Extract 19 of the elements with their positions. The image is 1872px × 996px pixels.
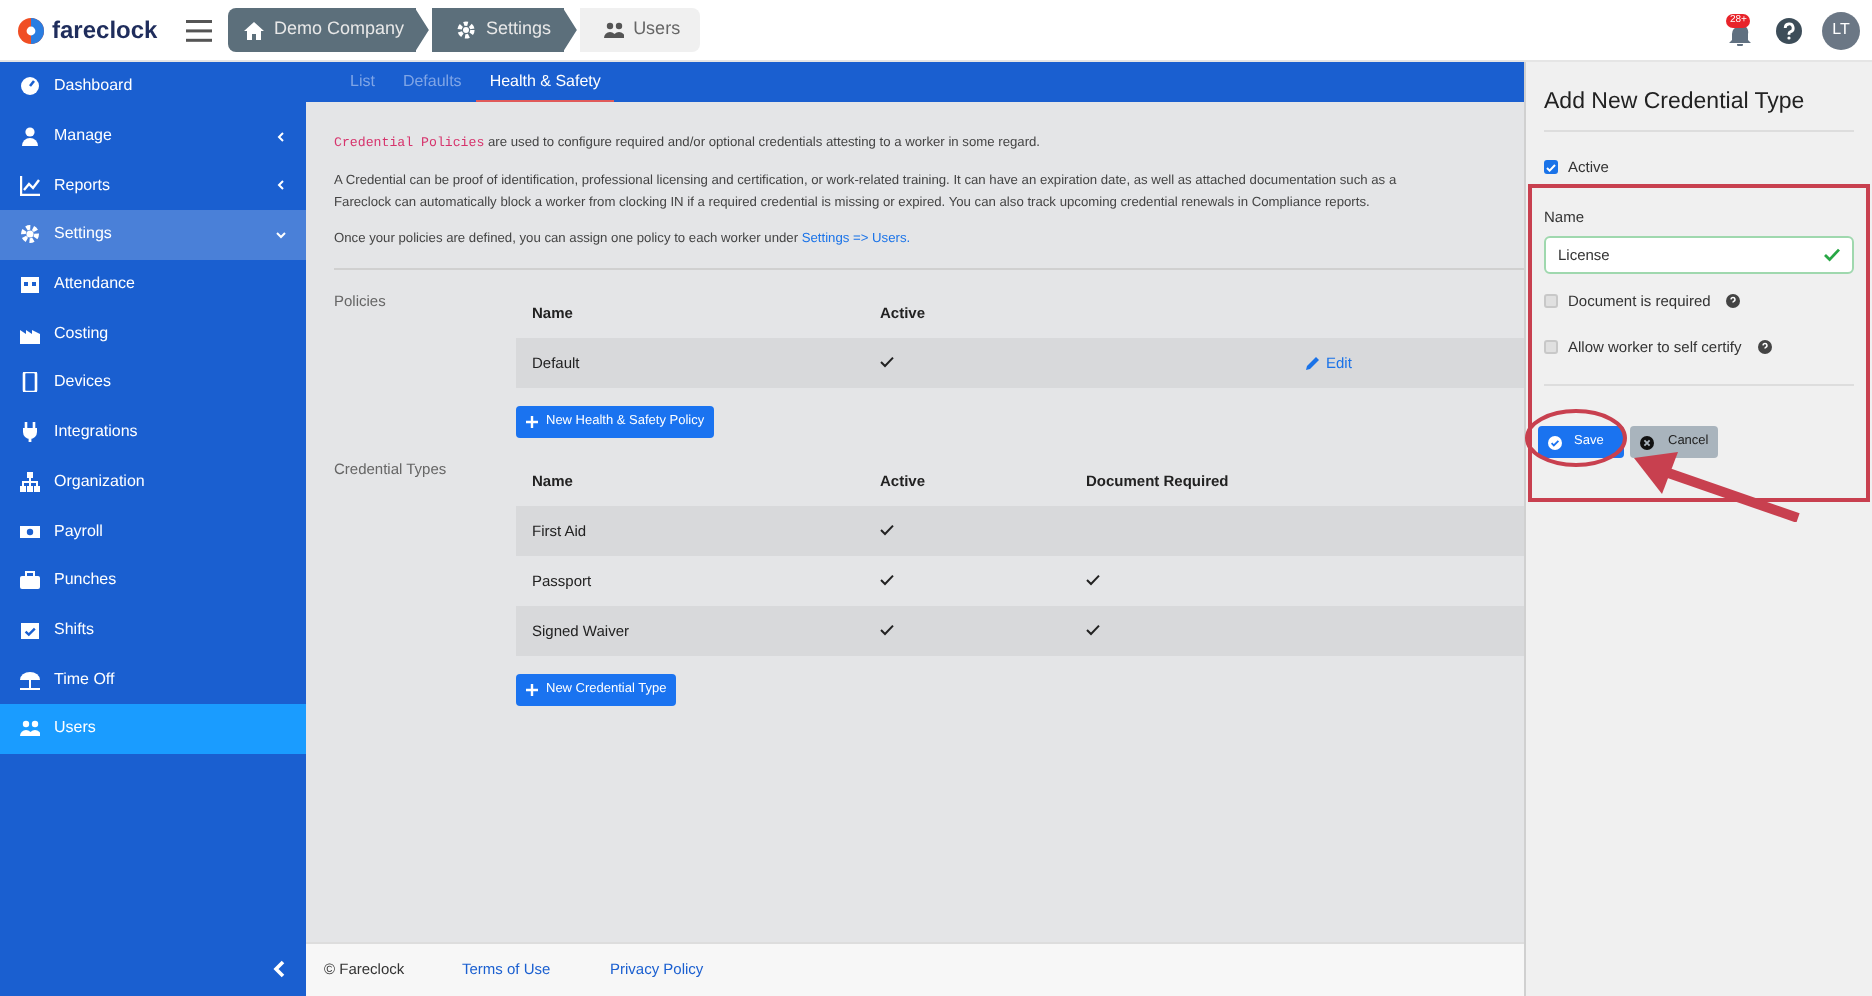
sidebar-item[interactable]: Payroll bbox=[0, 506, 306, 556]
breadcrumb-item[interactable]: Users bbox=[579, 8, 701, 52]
sidebar-item[interactable]: Organization bbox=[0, 457, 306, 507]
sidebar-item[interactable]: Punches bbox=[0, 555, 306, 606]
sidebar-item[interactable]: Dashboard bbox=[0, 62, 306, 112]
tab[interactable]: Health & Safety bbox=[475, 62, 615, 102]
sidebar-item[interactable]: Shifts bbox=[0, 605, 306, 655]
user-avatar[interactable]: LT bbox=[1822, 11, 1860, 49]
sidebar-item[interactable]: Manage bbox=[0, 111, 306, 161]
sidebar-item[interactable]: Costing bbox=[0, 308, 306, 359]
sidebar-item[interactable]: Time Off bbox=[0, 654, 306, 704]
sidebar-item[interactable]: Reports bbox=[0, 160, 306, 211]
logo-text: fareclock bbox=[52, 14, 158, 48]
sidebar-item[interactable]: Users bbox=[0, 703, 306, 754]
sidebar-item[interactable]: Integrations bbox=[0, 407, 306, 457]
sidebar-item[interactable]: Attendance bbox=[0, 259, 306, 309]
sidebar-item[interactable]: Settings bbox=[0, 210, 306, 260]
panel-title: Add New Credential Type bbox=[1544, 90, 1805, 114]
sidebar-item[interactable]: Devices bbox=[0, 358, 306, 408]
